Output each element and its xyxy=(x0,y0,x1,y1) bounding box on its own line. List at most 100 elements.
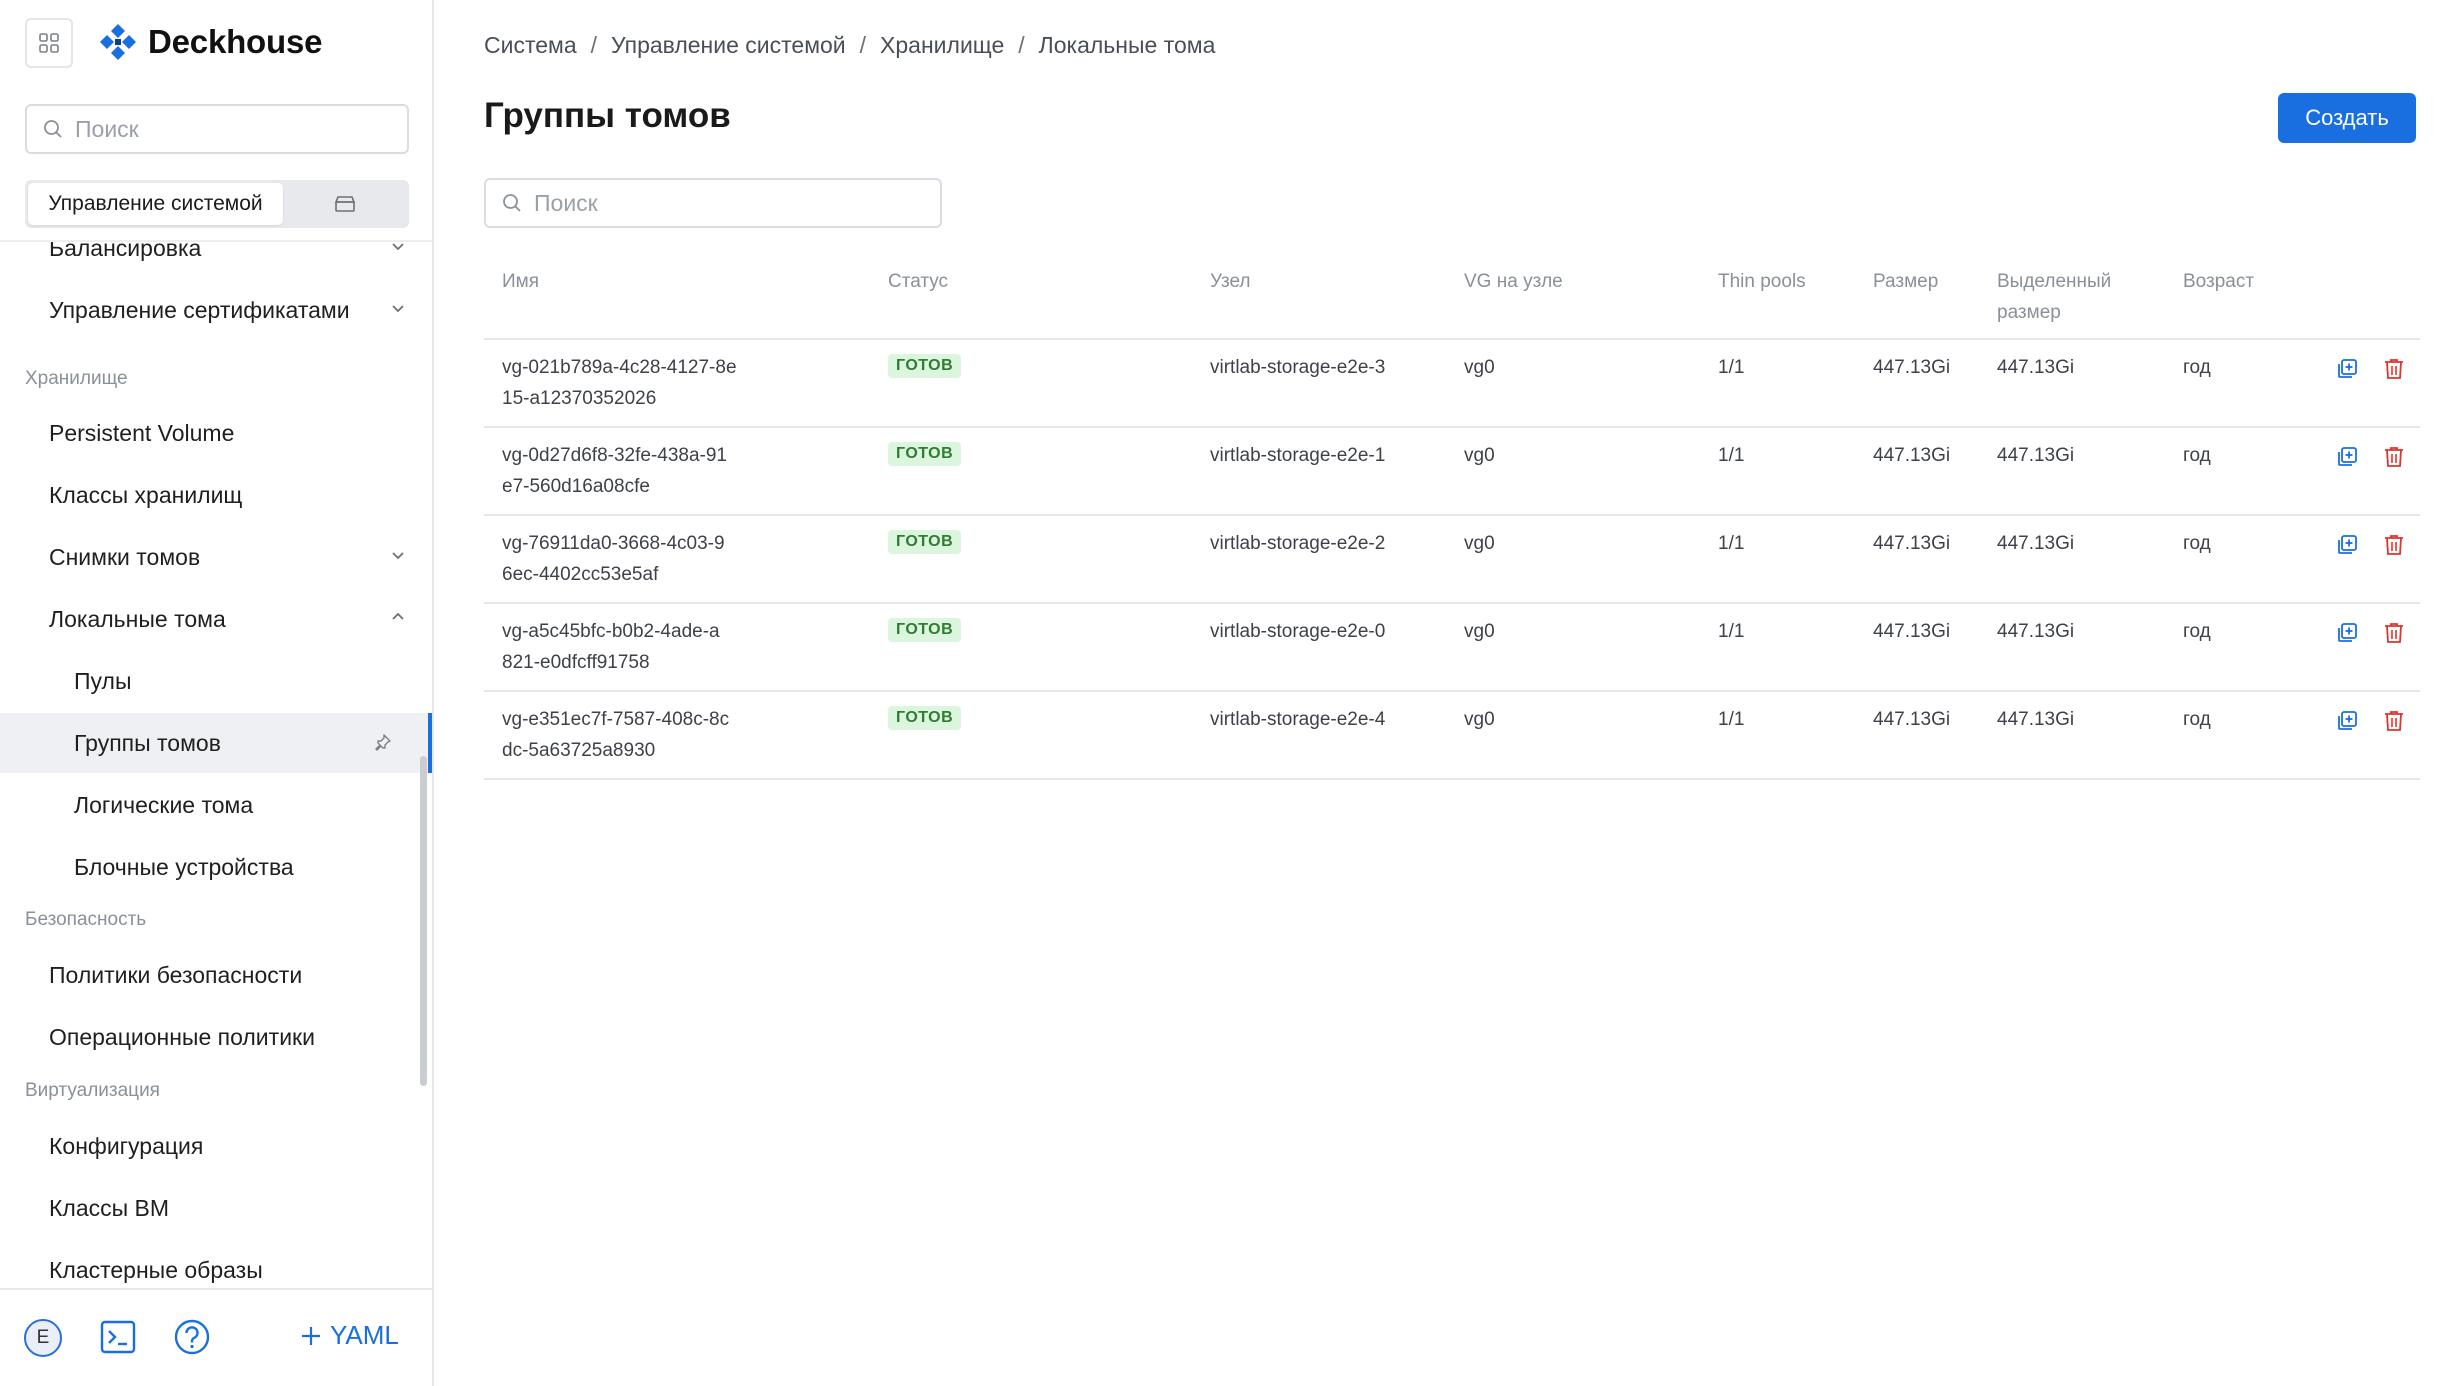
sidebar-item-vm-classes[interactable]: Классы ВМ xyxy=(0,1178,432,1238)
cell-name[interactable]: vg-e351ec7f-7587-408c-8c dc-5a63725a8930 xyxy=(502,704,802,766)
table-row[interactable]: vg-021b789a-4c28-4127-8e 15-a12370352026… xyxy=(484,340,2420,428)
sidebar-item-cert-management[interactable]: Управление сертификатами xyxy=(0,280,432,340)
status-badge: ГОТОВ xyxy=(888,354,962,378)
column-header-name[interactable]: Имя xyxy=(502,266,539,297)
breadcrumb-item[interactable]: Хранилище xyxy=(880,32,1004,59)
column-header-allocated[interactable]: Выделенный размер xyxy=(1997,266,2127,328)
cell-name[interactable]: vg-0d27d6f8-32fe-438a-91 e7-560d16a08cfe xyxy=(502,440,802,502)
cell-name-line-1: vg-76911da0-3668-4c03-9 xyxy=(502,533,725,554)
apps-menu-button[interactable] xyxy=(25,18,73,68)
breadcrumb-item[interactable]: Система xyxy=(484,32,577,59)
sidebar-item-pools[interactable]: Пулы xyxy=(0,651,432,711)
cell-allocated-size: 447.13Gi xyxy=(1997,709,2075,730)
column-header-age[interactable]: Возраст xyxy=(2183,266,2254,297)
sidebar-item-label: Persistent Volume xyxy=(49,419,235,446)
duplicate-icon[interactable] xyxy=(2336,534,2358,556)
sidebar-nav: Балансировка Управление сертификатами Хр… xyxy=(0,240,432,1288)
sidebar-header: Deckhouse xyxy=(0,0,432,90)
trash-icon[interactable] xyxy=(2384,710,2404,732)
duplicate-icon[interactable] xyxy=(2336,622,2358,644)
cell-name-line-2: 15-a12370352026 xyxy=(502,388,657,409)
sidebar-item-security-policies[interactable]: Политики безопасности xyxy=(0,945,432,1005)
mode-tab-system[interactable]: Управление системой xyxy=(28,183,283,225)
chevron-down-icon xyxy=(392,305,404,313)
duplicate-icon[interactable] xyxy=(2336,446,2358,468)
add-yaml-button[interactable]: YAML xyxy=(300,1320,399,1351)
cell-allocated-size: 447.13Gi xyxy=(1997,533,2075,554)
trash-icon[interactable] xyxy=(2384,534,2404,556)
table-row[interactable]: vg-76911da0-3668-4c03-9 6ec-4402cc53e5af… xyxy=(484,516,2420,604)
sidebar-item-block-devices[interactable]: Блочные устройства xyxy=(0,837,432,897)
breadcrumb-item[interactable]: Локальные тома xyxy=(1039,32,1216,59)
sidebar-item-cluster-images[interactable]: Кластерные образы xyxy=(0,1240,432,1288)
table-search-input[interactable] xyxy=(534,189,834,217)
column-header-size[interactable]: Размер xyxy=(1873,266,1938,297)
cell-size: 447.13Gi xyxy=(1873,709,1951,730)
sidebar-item-configuration[interactable]: Конфигурация xyxy=(0,1116,432,1176)
table-search[interactable] xyxy=(484,178,942,228)
duplicate-icon[interactable] xyxy=(2336,710,2358,732)
cell-name-line-2: 821-e0dfcff91758 xyxy=(502,652,650,673)
duplicate-icon[interactable] xyxy=(2336,358,2358,380)
cell-vg: vg0 xyxy=(1464,357,1495,378)
table-row[interactable]: vg-a5c45bfc-b0b2-4ade-a 821-e0dfcff91758… xyxy=(484,604,2420,692)
sidebar-item-label: Пулы xyxy=(74,667,132,694)
chevron-down-icon xyxy=(392,243,404,251)
cell-name-line-2: e7-560d16a08cfe xyxy=(502,476,650,497)
avatar[interactable]: E xyxy=(24,1319,62,1357)
pin-icon[interactable] xyxy=(374,733,392,751)
trash-icon[interactable] xyxy=(2384,446,2404,468)
cell-name[interactable]: vg-76911da0-3668-4c03-9 6ec-4402cc53e5af xyxy=(502,528,802,590)
trash-icon[interactable] xyxy=(2384,358,2404,380)
cell-vg: vg0 xyxy=(1464,709,1495,730)
sidebar-item-label: Операционные политики xyxy=(49,1023,315,1050)
status-badge: ГОТОВ xyxy=(888,706,962,730)
cell-name-line-1: vg-0d27d6f8-32fe-438a-91 xyxy=(502,445,728,466)
main-content: Система / Управление системой / Хранилищ… xyxy=(436,0,2464,1386)
cell-size: 447.13Gi xyxy=(1873,357,1951,378)
sidebar-item-balancing[interactable]: Балансировка xyxy=(0,242,432,278)
status-badge: ГОТОВ xyxy=(888,530,962,554)
cell-node: virtlab-storage-e2e-1 xyxy=(1210,445,1386,466)
breadcrumb-item[interactable]: Управление системой xyxy=(611,32,846,59)
sidebar-item-local-volumes[interactable]: Локальные тома xyxy=(0,589,432,649)
sidebar-item-storage-classes[interactable]: Классы хранилищ xyxy=(0,465,432,525)
sidebar-item-volume-snapshots[interactable]: Снимки томов xyxy=(0,527,432,587)
breadcrumb-separator: / xyxy=(590,32,598,58)
sidebar-scrollbar[interactable] xyxy=(420,756,427,1086)
sidebar-search-input[interactable] xyxy=(75,115,375,143)
create-button[interactable]: Создать xyxy=(2278,93,2416,143)
cell-name-line-1: vg-a5c45bfc-b0b2-4ade-a xyxy=(502,621,720,642)
volume-groups-table: Имя Статус Узел VG на узле Thin pools Ра… xyxy=(484,254,2420,780)
sidebar-search[interactable] xyxy=(25,104,409,154)
sidebar-item-label: Логические тома xyxy=(74,791,254,818)
status-badge: ГОТОВ xyxy=(888,442,962,466)
sidebar-item-label: Снимки томов xyxy=(49,543,201,570)
cell-name[interactable]: vg-a5c45bfc-b0b2-4ade-a 821-e0dfcff91758 xyxy=(502,616,802,678)
cell-vg: vg0 xyxy=(1464,445,1495,466)
sidebar-item-logical-volumes[interactable]: Логические тома xyxy=(0,775,432,835)
terminal-icon[interactable] xyxy=(100,1320,136,1354)
cell-node: virtlab-storage-e2e-4 xyxy=(1210,709,1386,730)
status-badge: ГОТОВ xyxy=(888,618,962,642)
table-row[interactable]: vg-e351ec7f-7587-408c-8c dc-5a63725a8930… xyxy=(484,692,2420,780)
cell-name[interactable]: vg-021b789a-4c28-4127-8e 15-a12370352026 xyxy=(502,352,802,414)
nav-section-security: Безопасность xyxy=(25,909,147,930)
column-header-node[interactable]: Узел xyxy=(1210,266,1251,297)
help-icon[interactable] xyxy=(173,1318,211,1356)
trash-icon[interactable] xyxy=(2384,622,2404,644)
logo[interactable]: Deckhouse xyxy=(98,22,322,62)
table-row[interactable]: vg-0d27d6f8-32fe-438a-91 e7-560d16a08cfe… xyxy=(484,428,2420,516)
column-header-status[interactable]: Статус xyxy=(888,266,948,297)
sidebar-item-volume-groups[interactable]: Группы томов xyxy=(0,713,432,773)
cell-node: virtlab-storage-e2e-0 xyxy=(1210,621,1386,642)
plus-icon xyxy=(302,1326,320,1345)
chevron-down-icon xyxy=(392,552,404,560)
column-header-thin-pools[interactable]: Thin pools xyxy=(1718,266,1806,297)
search-icon xyxy=(503,194,521,212)
sidebar-item-persistent-volume[interactable]: Persistent Volume xyxy=(0,403,432,463)
column-header-vg[interactable]: VG на узле xyxy=(1464,266,1563,297)
mode-tab-store[interactable] xyxy=(283,183,406,225)
sidebar-item-operation-policies[interactable]: Операционные политики xyxy=(0,1007,432,1067)
page-title: Группы томов xyxy=(484,96,731,135)
